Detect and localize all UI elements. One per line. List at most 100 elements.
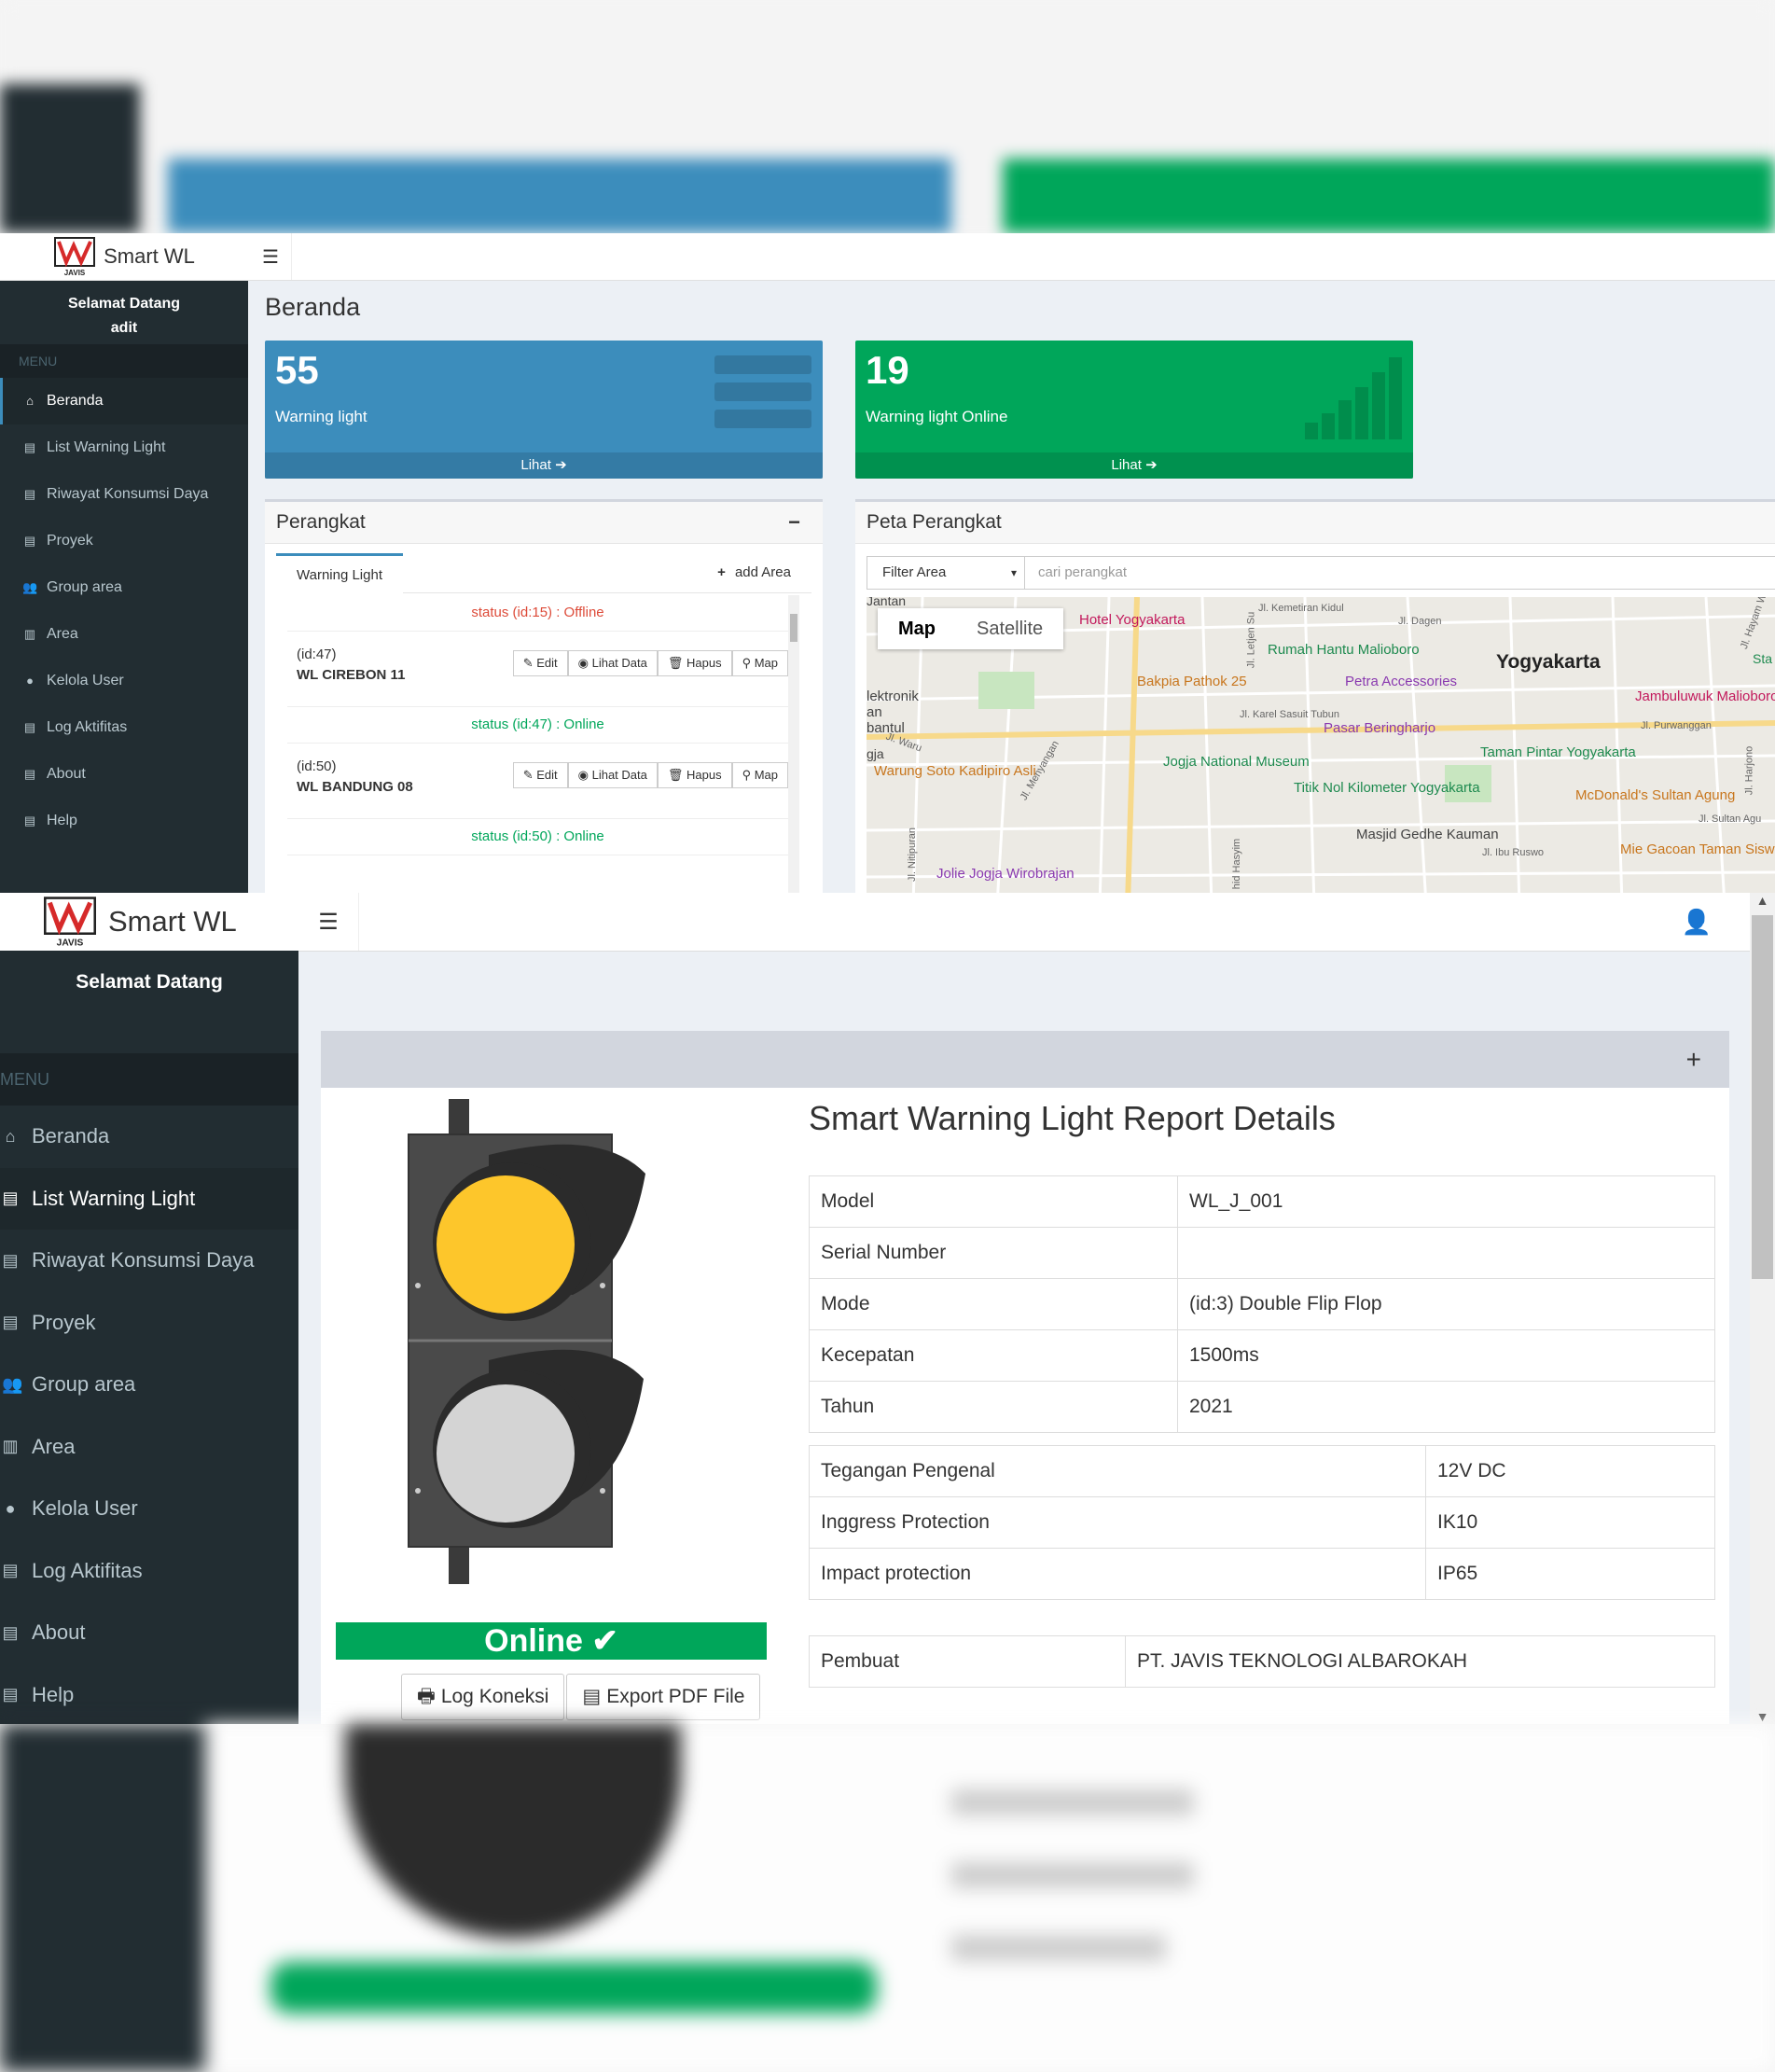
page-title: Beranda <box>265 293 361 321</box>
lihat-data-button[interactable]: ◉ Lihat Data <box>567 762 658 788</box>
button-label: Export PDF File <box>606 1686 745 1707</box>
sidebar-item-beranda[interactable]: ⌂ Beranda <box>0 1106 298 1168</box>
spec-value: IK10 <box>1425 1496 1715 1549</box>
device-search-input[interactable]: cari perangkat <box>1025 556 1775 590</box>
sidebar-item-list-warning-light[interactable]: ▤ List Warning Light <box>0 1167 298 1230</box>
card-more-link[interactable]: Lihat ➔ <box>265 452 823 479</box>
report-detail-screenshot: JAVIS Smart WL ☰ 👤 Selamat Datang MENU ⌂… <box>0 893 1775 1724</box>
file-icon: ▤ <box>23 487 36 501</box>
table-row: Tegangan Pengenal 12V DC <box>809 1445 1715 1497</box>
map-button[interactable]: ⚲ Map <box>731 650 788 676</box>
sidebar-item-log-aktifitas[interactable]: ▤ Log Aktifitas <box>0 1540 298 1603</box>
map-place-label: Hotel Yogyakarta <box>1079 612 1186 628</box>
sidebar-item-label: Proyek <box>32 1310 96 1334</box>
sidebar-item-list-warning-light[interactable]: ▤ List Warning Light <box>0 424 248 471</box>
sidebar-item-beranda[interactable]: ⌂ Beranda <box>0 378 248 424</box>
button-label: Map <box>754 656 778 670</box>
map-street-label: Jl. Karel Sasuit Tubun <box>1240 709 1340 720</box>
map-street-label: Jl. Sultan Agu <box>1699 814 1762 825</box>
brand-logo[interactable]: JAVIS Smart WL <box>0 233 248 280</box>
sidebar-item-riwayat-konsumsi-daya[interactable]: ▤ Riwayat Konsumsi Daya <box>0 471 248 518</box>
sidebar-item-area[interactable]: ▥ Area <box>0 1416 298 1479</box>
spec-value: 2021 <box>1177 1381 1715 1433</box>
warning-light-count-card: 55 Warning light Lihat ➔ <box>265 341 823 479</box>
users-icon: 👥 <box>22 580 38 594</box>
expand-icon[interactable]: + <box>1686 1045 1701 1075</box>
sidebar-item-riwayat-konsumsi-daya[interactable]: ▤ Riwayat Konsumsi Daya <box>0 1230 298 1292</box>
map-street-label: Jl. Ibu Ruswo <box>1482 847 1545 858</box>
file-icon: ▤ <box>23 814 36 827</box>
blurred-background-top <box>0 0 1775 233</box>
map-button[interactable]: ⚲ Map <box>731 762 788 788</box>
sidebar-item-kelola-user[interactable]: ● Kelola User <box>0 1478 298 1540</box>
edit-button[interactable]: ✎ Edit <box>512 650 568 676</box>
brand-logo[interactable]: JAVIS Smart WL <box>0 893 298 951</box>
warning-light-online-card: 19 Warning light Online Lihat ➔ <box>855 341 1413 479</box>
svg-text:JAVIS: JAVIS <box>64 269 86 277</box>
sidebar-item-kelola-user[interactable]: ● Kelola User <box>0 658 248 704</box>
edit-button[interactable]: ✎ Edit <box>512 762 568 788</box>
hapus-button[interactable]: 🗑 Hapus <box>657 762 732 788</box>
tab-bar: Warning Light + add Area <box>276 544 811 595</box>
scrollbar-thumb[interactable] <box>1752 915 1773 1279</box>
hamburger-menu-icon[interactable]: ☰ <box>250 233 292 280</box>
plus-icon: + <box>717 564 726 580</box>
sidebar-item-group-area[interactable]: 👥 Group area <box>0 564 248 611</box>
eye-icon: ◉ <box>577 768 592 782</box>
sidebar-item-area[interactable]: ▥ Area <box>0 611 248 658</box>
scroll-up-icon[interactable]: ▲ <box>1750 893 1775 908</box>
map-tab-satellite[interactable]: Satellite <box>956 608 1063 649</box>
table-row: Serial Number <box>809 1227 1715 1279</box>
collapse-icon[interactable]: − <box>788 502 800 543</box>
filter-area-select[interactable]: Filter Area ▾ <box>867 556 1025 590</box>
card-more-link[interactable]: Lihat ➔ <box>855 452 1413 479</box>
sidebar-item-proyek[interactable]: ▤ Proyek <box>0 518 248 564</box>
map-marker-icon: ⚲ <box>742 768 755 782</box>
hapus-button[interactable]: 🗑 Hapus <box>657 650 732 676</box>
map-place-label: gja <box>867 746 884 761</box>
panel-header: Perangkat − <box>265 502 823 544</box>
sidebar-item-log-aktifitas[interactable]: ▤ Log Aktifitas <box>0 704 248 751</box>
log-koneksi-button[interactable]: 🖶 Log Koneksi <box>401 1674 565 1720</box>
map-tab-map[interactable]: Map <box>878 608 956 649</box>
welcome-text: Selamat Datang <box>67 296 181 312</box>
sidebar-item-help[interactable]: ▤ Help <box>0 798 248 844</box>
sidebar-item-group-area[interactable]: 👥 Group area <box>0 1354 298 1416</box>
file-icon: ▤ <box>23 440 36 454</box>
map-place-label: Jolie Jogja Wirobrajan <box>936 866 1075 882</box>
arrow-circle-right-icon: ➔ <box>555 457 567 473</box>
hamburger-menu-icon[interactable]: ☰ <box>298 893 359 951</box>
device-list-scrollbar[interactable] <box>788 595 799 893</box>
map-place-label: Petra Accessories <box>1345 674 1458 689</box>
device-status: status (id:47) : Online <box>287 707 788 744</box>
sidebar-item-proyek[interactable]: ▤ Proyek <box>0 1292 298 1355</box>
sidebar-item-about[interactable]: ▤ About <box>0 751 248 798</box>
user-account-icon[interactable]: 👤 <box>1673 893 1720 951</box>
lihat-data-button[interactable]: ◉ Lihat Data <box>567 650 658 676</box>
pencil-icon: ✎ <box>522 768 537 782</box>
tab-warning-light[interactable]: Warning Light <box>276 553 403 595</box>
panel-title: Peta Perangkat <box>867 511 1002 533</box>
menu-header: MENU <box>0 1053 298 1106</box>
more-link-label: Lihat <box>520 457 551 473</box>
sidebar-item-help[interactable]: ▤ Help <box>0 1664 298 1725</box>
spec-value: 1500ms <box>1177 1329 1715 1382</box>
add-area-button[interactable]: + add Area <box>717 553 791 592</box>
file-icon: ▤ <box>23 767 36 781</box>
table-row: Inggress Protection IK10 <box>809 1496 1715 1549</box>
map-view[interactable]: Map Satellite Yogyakarta Rumah Hantu Mal… <box>867 597 1775 893</box>
spec-value <box>1177 1227 1715 1279</box>
spec-key: Kecepatan <box>809 1329 1178 1382</box>
scroll-down-icon[interactable]: ▼ <box>1750 1709 1775 1724</box>
scrollbar-thumb[interactable] <box>790 614 797 642</box>
export-pdf-button[interactable]: ▤ Export PDF File <box>566 1674 761 1720</box>
home-icon: ⌂ <box>26 394 34 408</box>
spec-value: (id:3) Double Flip Flop <box>1177 1278 1715 1330</box>
table-row: Impact protection IP65 <box>809 1548 1715 1600</box>
panel-header: Peta Perangkat <box>855 502 1775 544</box>
sidebar-item-label: List Warning Light <box>32 1186 196 1210</box>
page-scrollbar[interactable]: ▲ ▼ <box>1750 893 1775 1724</box>
sidebar-item-label: Area <box>47 626 78 642</box>
sidebar-item-label: Proyek <box>47 533 93 549</box>
sidebar-item-about[interactable]: ▤ About <box>0 1602 298 1664</box>
